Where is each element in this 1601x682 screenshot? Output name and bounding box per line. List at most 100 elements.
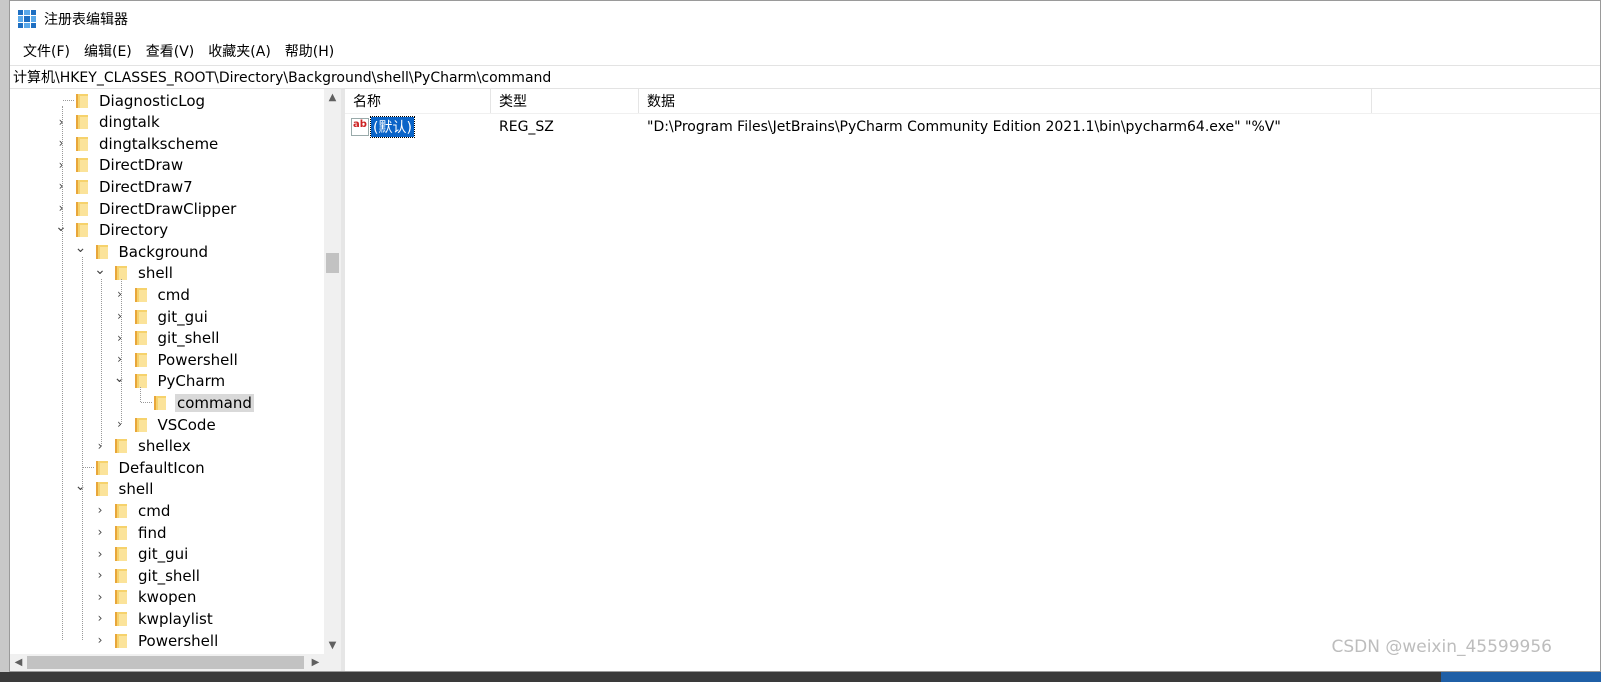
tree-node-label: git_gui xyxy=(138,545,189,564)
tree-node[interactable]: dingtalk xyxy=(75,112,162,133)
tree-node-label: Powershell xyxy=(157,350,238,369)
folder-icon xyxy=(114,546,128,562)
folder-icon xyxy=(114,589,128,605)
scroll-corner xyxy=(324,654,341,671)
folder-icon xyxy=(75,201,89,217)
address-bar[interactable]: 计算机\HKEY_CLASSES_ROOT\Directory\Backgrou… xyxy=(10,65,1600,89)
scroll-up-icon[interactable]: ▲ xyxy=(324,89,341,106)
tree-node[interactable]: kwplaylist xyxy=(114,608,215,629)
chevron-down-icon[interactable]: ⌄ xyxy=(55,219,67,235)
chevron-right-icon[interactable]: › xyxy=(114,309,126,323)
tree-node[interactable]: cmd xyxy=(134,284,192,305)
tree-node[interactable]: DefaultIcon xyxy=(95,457,207,478)
value-name: (默认) xyxy=(370,116,415,138)
tree-node[interactable]: dingtalkscheme xyxy=(75,133,220,154)
folder-icon xyxy=(95,481,109,497)
menu-file[interactable]: 文件(F) xyxy=(16,41,77,61)
chevron-right-icon[interactable]: › xyxy=(94,590,106,604)
tree-node[interactable]: VSCode xyxy=(134,414,218,435)
tree-node[interactable]: git_gui xyxy=(114,544,190,565)
tree-vertical-scroll-thumb[interactable] xyxy=(326,253,339,273)
tree-node[interactable]: DiagnosticLog xyxy=(75,90,207,111)
menu-help[interactable]: 帮助(H) xyxy=(278,41,341,61)
tree-node-label: VSCode xyxy=(157,415,216,434)
menu-edit[interactable]: 编辑(E) xyxy=(77,41,139,61)
column-header-type[interactable]: 类型 xyxy=(491,89,639,113)
scroll-left-icon[interactable]: ◀ xyxy=(10,654,27,671)
chevron-down-icon[interactable]: ⌄ xyxy=(114,370,126,386)
tree-node[interactable]: Directory xyxy=(75,220,170,241)
chevron-right-icon[interactable]: › xyxy=(55,115,67,129)
chevron-down-icon[interactable]: ⌄ xyxy=(75,240,87,256)
tree-node[interactable]: Powershell xyxy=(134,349,240,370)
tree-node[interactable]: cmd xyxy=(114,500,172,521)
value-type: REG_SZ xyxy=(499,119,554,135)
scroll-down-icon[interactable]: ▼ xyxy=(324,637,341,654)
tree-node[interactable]: DirectDrawClipper xyxy=(75,198,238,219)
chevron-right-icon[interactable]: › xyxy=(55,179,67,193)
registry-editor-icon xyxy=(18,10,36,28)
folder-icon xyxy=(134,417,148,433)
tree-horizontal-scroll-thumb[interactable] xyxy=(27,656,304,669)
value-row[interactable]: ab (默认) REG_SZ "D:\Program Files\JetBrai… xyxy=(345,114,1600,140)
chevron-right-icon[interactable]: › xyxy=(94,525,106,539)
tree-node[interactable]: shellex xyxy=(114,436,193,457)
chevron-right-icon[interactable]: › xyxy=(114,417,126,431)
chevron-right-icon[interactable]: › xyxy=(94,611,106,625)
tree-horizontal-scrollbar[interactable]: ◀ ▶ xyxy=(10,654,324,671)
tree-node[interactable]: git_shell xyxy=(114,565,202,586)
chevron-right-icon[interactable]: › xyxy=(114,331,126,345)
column-header-name[interactable]: 名称 xyxy=(345,89,491,113)
chevron-right-icon[interactable]: › xyxy=(94,633,106,647)
menu-favorites[interactable]: 收藏夹(A) xyxy=(201,41,278,61)
chevron-right-icon[interactable]: › xyxy=(55,201,67,215)
chevron-right-icon[interactable]: › xyxy=(114,287,126,301)
chevron-right-icon[interactable]: › xyxy=(94,503,106,517)
chevron-right-icon[interactable]: › xyxy=(114,352,126,366)
tree-node-label: shell xyxy=(138,264,173,283)
menu-view[interactable]: 查看(V) xyxy=(139,41,202,61)
chevron-down-icon[interactable]: ⌄ xyxy=(75,478,87,494)
tree-node[interactable]: kwopen xyxy=(114,587,198,608)
values-list-pane: 名称 类型 数据 ab (默认) REG_SZ "D:\Program File… xyxy=(345,89,1600,671)
folder-icon xyxy=(114,525,128,541)
tree-node[interactable]: Background xyxy=(95,241,211,262)
tree-guide-line xyxy=(101,278,102,446)
folder-icon xyxy=(153,395,167,411)
chevron-right-icon[interactable]: › xyxy=(94,568,106,582)
folder-icon xyxy=(114,503,128,519)
menu-bar: 文件(F) 编辑(E) 查看(V) 收藏夹(A) 帮助(H) xyxy=(10,37,1600,65)
tree-node[interactable]: shell xyxy=(114,263,175,284)
tree-node[interactable]: git_shell xyxy=(134,328,222,349)
tree-node-label: kwplaylist xyxy=(138,609,213,628)
tree-node-label: shellex xyxy=(138,437,191,456)
tree-node[interactable]: command xyxy=(153,392,254,413)
chevron-right-icon[interactable]: › xyxy=(94,439,106,453)
scroll-right-icon[interactable]: ▶ xyxy=(307,654,324,671)
chevron-down-icon[interactable]: ⌄ xyxy=(94,262,106,278)
tree-node[interactable]: Powershell xyxy=(114,630,220,651)
value-data: "D:\Program Files\JetBrains\PyCharm Comm… xyxy=(647,119,1281,135)
chevron-right-icon[interactable]: › xyxy=(55,158,67,172)
folder-icon xyxy=(114,611,128,627)
tree-node-label: DirectDraw xyxy=(99,156,184,175)
folder-icon xyxy=(134,287,148,303)
chevron-right-icon[interactable]: › xyxy=(94,547,106,561)
tree-node[interactable]: DirectDraw7 xyxy=(75,176,195,197)
tree-node-label: git_shell xyxy=(157,329,220,348)
window-title: 注册表编辑器 xyxy=(44,12,128,28)
tree-vertical-scrollbar[interactable]: ▲ ▼ xyxy=(324,89,341,654)
folder-icon xyxy=(75,93,89,109)
title-bar[interactable]: 注册表编辑器 xyxy=(10,1,1600,37)
tree-node[interactable]: shell xyxy=(95,479,156,500)
tree-node-label: shell xyxy=(118,480,154,499)
column-header-data[interactable]: 数据 xyxy=(639,89,1372,113)
tree-node[interactable]: git_gui xyxy=(134,306,210,327)
tree-node[interactable]: DirectDraw xyxy=(75,155,185,176)
chevron-right-icon[interactable]: › xyxy=(55,136,67,150)
tree-node[interactable]: find xyxy=(114,522,168,543)
tree-guide-line xyxy=(120,278,122,424)
tree-node-label: command xyxy=(175,393,254,412)
tree-node[interactable]: PyCharm xyxy=(134,371,228,392)
folder-icon xyxy=(75,222,89,238)
